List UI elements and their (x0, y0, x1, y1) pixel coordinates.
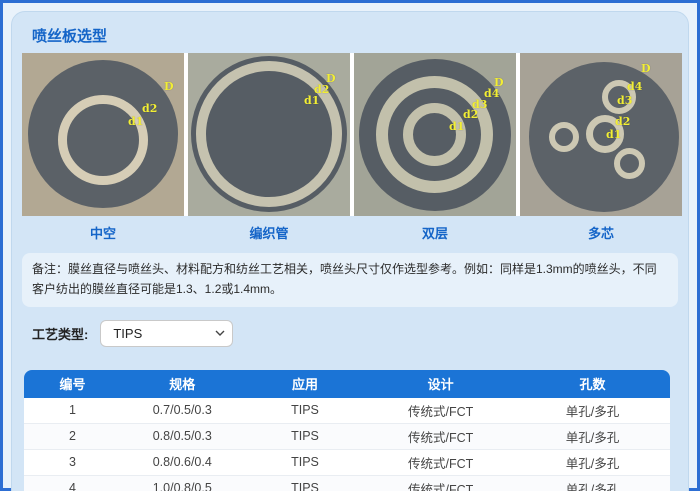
cell-spec: 1.0/0.8/0.5 (121, 476, 244, 491)
column-header-spec: 规格 (121, 370, 244, 398)
cell-design: 传统式/FCT (366, 424, 515, 450)
cell-spec: 0.8/0.5/0.3 (121, 424, 244, 450)
cell-number: 4 (24, 476, 121, 491)
caption-hollow: 中空 (22, 223, 184, 242)
hollow-ring-shape (58, 95, 148, 185)
cell-number: 1 (24, 398, 121, 424)
process-type-select-wrap: TIPS (100, 320, 233, 347)
dimension-label: d2 (142, 103, 157, 114)
core-ring-bottom (614, 148, 645, 179)
spinneret-spec-table: 编号 规格 应用 设计 孔数 1 0.7/0.5/0.3 TIPS 传统式/FC… (24, 370, 670, 491)
table-header-row: 编号 规格 应用 设计 孔数 (24, 370, 670, 398)
dimension-label: d4 (627, 81, 642, 92)
dimension-label: d1 (304, 95, 319, 106)
spinneret-gallery: D d2 d1 D d2 d1 D d4 d3 d2 d1 D (22, 53, 682, 216)
core-ring-left (549, 122, 579, 152)
column-header-design: 设计 (366, 370, 515, 398)
cell-number: 3 (24, 450, 121, 476)
inner-ring-shape (403, 103, 466, 166)
cell-spec: 0.8/0.6/0.4 (121, 450, 244, 476)
spinneret-image-multi-core: D d4 d3 d2 d1 (520, 53, 682, 216)
dimension-label: d2 (463, 109, 478, 120)
column-header-holes: 孔数 (515, 370, 670, 398)
process-type-select[interactable]: TIPS (100, 320, 233, 347)
table-row: 2 0.8/0.5/0.3 TIPS 传统式/FCT 单孔/多孔 (24, 424, 670, 450)
column-header-application: 应用 (244, 370, 367, 398)
caption-multi-core: 多芯 (520, 223, 682, 242)
dimension-label: d1 (128, 116, 143, 127)
note-text: 备注：膜丝直径与喷丝头、材料配方和纺丝工艺相关，喷丝头尺寸仅作选型参考。例如：同… (22, 253, 678, 307)
spinneret-image-double-layer: D d4 d3 d2 d1 (354, 53, 516, 216)
cell-spec: 0.7/0.5/0.3 (121, 398, 244, 424)
dimension-label: d1 (449, 121, 464, 132)
table-row: 3 0.8/0.6/0.4 TIPS 传统式/FCT 单孔/多孔 (24, 450, 670, 476)
caption-double-layer: 双层 (354, 223, 516, 242)
table-row: 1 0.7/0.5/0.3 TIPS 传统式/FCT 单孔/多孔 (24, 398, 670, 424)
page-title: 喷丝板选型 (32, 28, 688, 45)
cell-design: 传统式/FCT (366, 476, 515, 491)
table-row: 4 1.0/0.8/0.5 TIPS 传统式/FCT 单孔/多孔 (24, 476, 670, 491)
cell-application: TIPS (244, 424, 367, 450)
cell-design: 传统式/FCT (366, 398, 515, 424)
cell-holes: 单孔/多孔 (515, 398, 670, 424)
column-header-number: 编号 (24, 370, 121, 398)
cell-holes: 单孔/多孔 (515, 450, 670, 476)
dimension-label: D (164, 81, 174, 92)
spinneret-image-hollow: D d2 d1 (22, 53, 184, 216)
process-type-filter: 工艺类型: TIPS (32, 320, 678, 347)
dimension-label: d1 (606, 129, 621, 140)
main-panel: 喷丝板选型 D d2 d1 D d2 d1 D d4 d3 d2 d1 (11, 11, 689, 491)
cell-holes: 单孔/多孔 (515, 476, 670, 491)
gallery-captions: 中空 编织管 双层 多芯 (22, 223, 682, 242)
dimension-label: D (641, 63, 651, 74)
cell-design: 传统式/FCT (366, 450, 515, 476)
cell-application: TIPS (244, 476, 367, 491)
spinneret-image-braided: D d2 d1 (188, 53, 350, 216)
caption-braided: 编织管 (188, 223, 350, 242)
cell-application: TIPS (244, 450, 367, 476)
cell-application: TIPS (244, 398, 367, 424)
cell-number: 2 (24, 424, 121, 450)
cell-holes: 单孔/多孔 (515, 424, 670, 450)
process-type-label: 工艺类型: (32, 324, 88, 343)
dimension-label: d3 (617, 95, 632, 106)
dimension-label: d2 (615, 116, 630, 127)
